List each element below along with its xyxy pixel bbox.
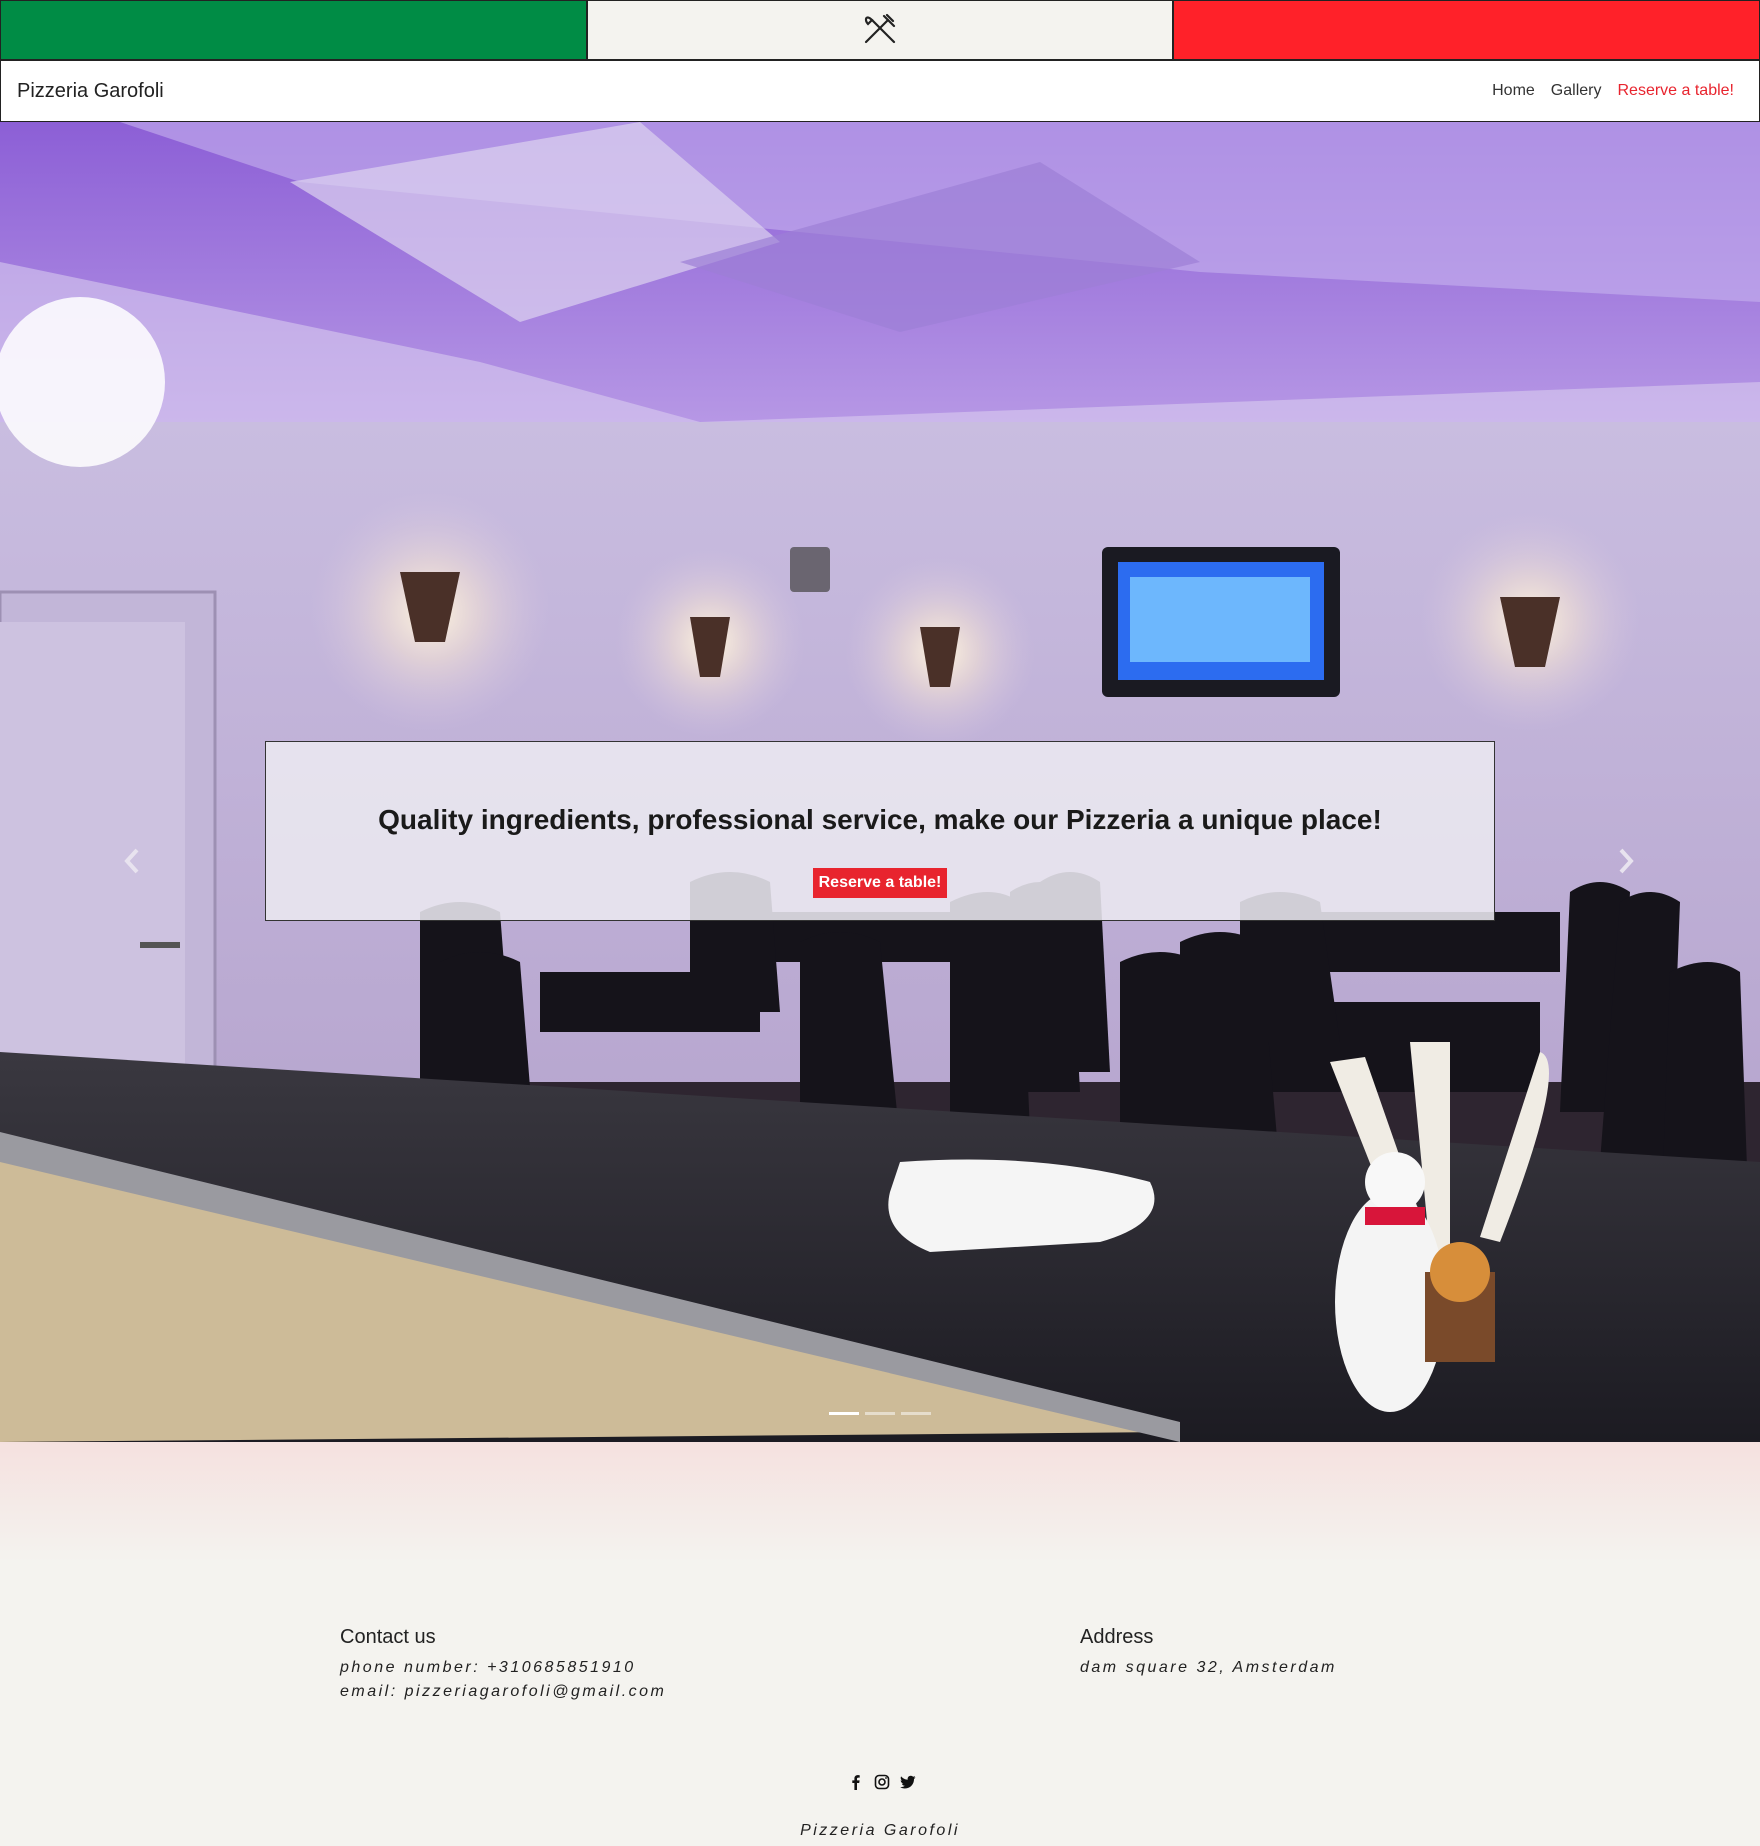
hero-carousel: Quality ingredients, professional servic… bbox=[0, 122, 1760, 1442]
carousel-indicator-1[interactable] bbox=[829, 1412, 859, 1415]
reserve-table-button[interactable]: Reserve a table! bbox=[812, 868, 948, 898]
carousel-indicator-2[interactable] bbox=[865, 1412, 895, 1415]
facebook-icon[interactable] bbox=[848, 1774, 864, 1790]
contact-heading: Contact us bbox=[340, 1626, 436, 1648]
hero-caption-title: Quality ingredients, professional servic… bbox=[378, 804, 1382, 835]
twitter-icon[interactable] bbox=[900, 1774, 916, 1790]
contact-section: Contact us phone number: +310685851910 e… bbox=[340, 1626, 666, 1707]
flag-white-stripe bbox=[586, 0, 1174, 60]
nav-links: Home Gallery Reserve a table! bbox=[1492, 82, 1734, 100]
chevron-right-icon bbox=[1619, 848, 1634, 874]
footer-copyright: Pizzeria Garofoli bbox=[800, 1822, 960, 1839]
carousel-next-button[interactable] bbox=[1616, 847, 1636, 883]
brand-logo-text[interactable]: Pizzeria Garofoli bbox=[17, 80, 164, 103]
nav-reserve-link[interactable]: Reserve a table! bbox=[1617, 82, 1734, 100]
carousel-indicators bbox=[829, 1412, 931, 1415]
chevron-left-icon bbox=[124, 848, 139, 874]
instagram-icon[interactable] bbox=[874, 1774, 890, 1790]
carousel-prev-button[interactable] bbox=[122, 847, 142, 883]
contact-phone: phone number: +310685851910 bbox=[340, 1659, 636, 1676]
carousel-indicator-3[interactable] bbox=[901, 1412, 931, 1415]
address-section: Address dam square 32, Amsterdam bbox=[1080, 1626, 1337, 1683]
flag-red-stripe bbox=[1173, 0, 1760, 60]
navbar: Pizzeria Garofoli Home Gallery Reserve a… bbox=[0, 60, 1760, 122]
fork-knife-icon bbox=[864, 13, 896, 44]
hero-caption: Quality ingredients, professional servic… bbox=[265, 741, 1495, 921]
flag-bar bbox=[0, 0, 1760, 62]
section-divider bbox=[0, 1442, 1760, 1562]
address-line: dam square 32, Amsterdam bbox=[1080, 1659, 1337, 1676]
flag-green-stripe bbox=[0, 0, 587, 60]
social-links bbox=[848, 1774, 916, 1790]
nav-gallery-link[interactable]: Gallery bbox=[1551, 82, 1602, 100]
nav-home-link[interactable]: Home bbox=[1492, 82, 1535, 100]
address-heading: Address bbox=[1080, 1626, 1154, 1648]
contact-email: email: pizzeriagarofoli@gmail.com bbox=[340, 1683, 667, 1700]
